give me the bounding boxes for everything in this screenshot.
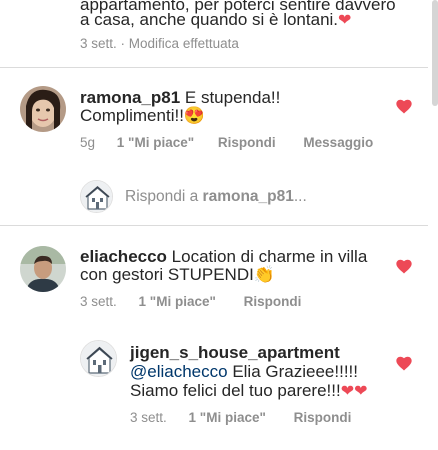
like-heart-icon[interactable]: [396, 356, 412, 371]
scrollbar[interactable]: [432, 0, 438, 106]
reply-button[interactable]: Rispondi: [218, 135, 276, 150]
reply-input[interactable]: Rispondi a ramona_p81...: [125, 188, 307, 206]
reply-meta: 3 sett. 1 "Mi piace" Rispondi: [130, 410, 351, 425]
comment-eliachecco-line2: con gestori STUPENDI👏: [80, 264, 275, 286]
reply-input-prefix: Rispondi a: [125, 188, 203, 205]
reply-line2: Siamo felici del tuo parere!!!❤❤: [130, 380, 368, 403]
comment-likes-count[interactable]: 1 "Mi piace": [117, 135, 194, 150]
comment-time: 5g: [80, 135, 96, 150]
reply-text: Elia Grazieee!!!!!: [227, 362, 358, 381]
reply-button[interactable]: Rispondi: [244, 294, 302, 309]
reply-username[interactable]: jigen_s_house_apartment: [130, 343, 340, 362]
comment-likes-count[interactable]: 1 "Mi piace": [139, 294, 216, 309]
red-hearts-emoji: ❤❤: [340, 383, 368, 400]
own-avatar: [80, 180, 113, 213]
clapping-hands-emoji: 👏: [253, 265, 276, 284]
mention-link[interactable]: @eliachecco: [130, 362, 228, 381]
comment-eliachecco-meta: 3 sett. 1 "Mi piace" Rispondi: [80, 294, 301, 309]
like-heart-icon[interactable]: [396, 259, 412, 274]
message-button[interactable]: Messaggio: [303, 135, 373, 150]
reply-button[interactable]: Rispondi: [294, 410, 352, 425]
red-heart-emoji: ❤: [338, 12, 352, 29]
top-comment-time: 3 sett.: [80, 36, 117, 51]
comment-ramona-line2: Complimenti!!😍: [80, 105, 205, 127]
divider: [0, 225, 428, 226]
heart-eyes-emoji: 😍: [183, 106, 206, 125]
comment-text-line2: Complimenti!!: [80, 106, 184, 125]
avatar-ramona[interactable]: [20, 86, 66, 132]
comment-time: 3 sett.: [80, 294, 117, 309]
reply-time: 3 sett.: [130, 410, 167, 425]
divider: [0, 67, 428, 68]
avatar-jigen[interactable]: [80, 340, 117, 377]
reply-likes-count[interactable]: 1 "Mi piace": [189, 410, 266, 425]
comment-ramona-meta: 5g 1 "Mi piace" Rispondi Messaggio: [80, 135, 373, 150]
top-comment-meta: 3 sett. · Modifica effettuata: [80, 36, 239, 51]
top-comment-line2: a casa, anche quando si è lontani.❤: [80, 9, 351, 32]
avatar-eliachecco[interactable]: [20, 246, 66, 292]
like-heart-icon[interactable]: [396, 99, 412, 114]
reply-text-line2: Siamo felici del tuo parere!!!: [130, 381, 341, 400]
top-comment-edited: Modifica effettuata: [128, 36, 239, 51]
reply-input-suffix: ...: [293, 188, 307, 205]
top-comment-line2-text: a casa, anche quando si è lontani.: [80, 10, 339, 29]
reply-input-user: ramona_p81: [202, 188, 294, 205]
comment-text-line2: con gestori STUPENDI: [80, 265, 254, 284]
